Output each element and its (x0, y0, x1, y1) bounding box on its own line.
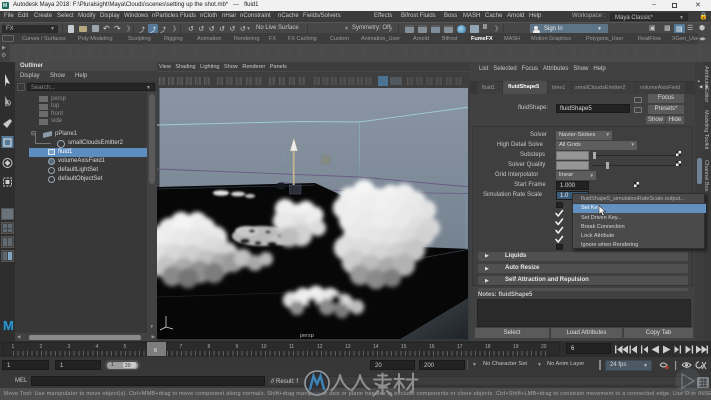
svg-text:1]: 1] (281, 157, 286, 163)
svg-text:persp: persp (300, 333, 314, 339)
